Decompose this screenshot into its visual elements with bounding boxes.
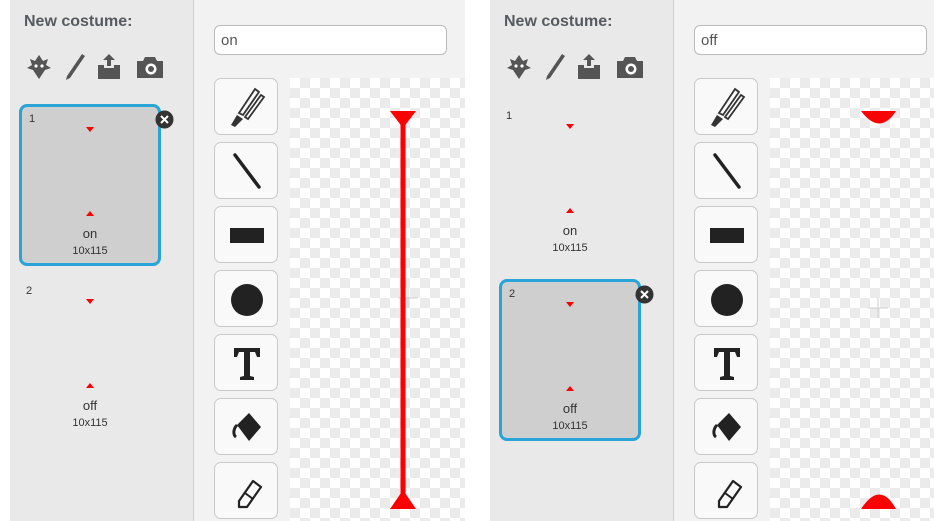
fill-icon [712,413,741,441]
costume-editor-panel-left: New costume: 1 on 10x115 2 off 10x115 on [10,0,465,521]
rectangle-icon [710,228,744,243]
upload-file-icon[interactable] [94,52,124,82]
text-icon [714,348,740,380]
costume-name: on [562,223,578,238]
costume-number: 1 [506,110,513,122]
costume-top-marker [19,299,161,305]
costume-thumbnail-2[interactable]: 2 off 10x115 [19,279,161,441]
new-costume-label: New costume: [24,13,133,30]
line-icon [713,153,741,189]
ellipse-tool[interactable] [694,270,758,327]
text-icon [234,348,260,380]
line-tool[interactable] [214,142,278,199]
paint-editor [674,0,934,521]
costume-bottom-marker [502,386,638,392]
fill-tool[interactable] [694,398,758,455]
costume-size: 10x115 [72,245,108,257]
camera-icon[interactable] [134,52,164,82]
camera-icon[interactable] [614,52,644,82]
ellipse-tool[interactable] [214,270,278,327]
drawing-canvas[interactable] [770,78,934,521]
eraser-icon [237,479,263,509]
costume-thumbnail-1[interactable]: 1 on 10x115 [499,104,641,266]
costume-size: 10x115 [72,417,108,429]
fill-icon [232,413,261,441]
costume-size: 10x115 [552,420,588,432]
costume-bottom-marker [499,208,641,214]
text-tool[interactable] [214,334,278,391]
costume-number: 2 [26,285,33,297]
costume-name: off [562,401,578,416]
paint-new-icon[interactable] [60,52,90,82]
choose-from-library-icon[interactable] [24,52,54,82]
costume-list-sidebar: New costume: 1 on 10x115 2 off 10x115 [490,0,673,521]
text-tool[interactable] [694,334,758,391]
costume-name-input[interactable] [214,25,447,55]
costume-top-marker [499,124,641,130]
brush-icon [231,87,266,127]
costume-name: on [82,226,98,241]
ellipse-icon [711,284,743,316]
paint-new-icon[interactable] [540,52,570,82]
drawing-canvas[interactable] [290,78,465,521]
brush-tool[interactable] [694,78,758,135]
canvas-center-crosshair [868,298,888,318]
new-costume-label: New costume: [504,13,613,30]
costume-bottom-marker [22,211,158,217]
brush-tool[interactable] [214,78,278,135]
costume-top-marker [22,127,158,133]
upload-file-icon[interactable] [574,52,604,82]
costume-name-input[interactable] [694,25,927,55]
eraser-icon [717,479,743,509]
ellipse-icon [231,284,263,316]
costume-shape-on[interactable] [390,111,416,509]
costume-thumbnail-2[interactable]: 2 off 10x115 [499,279,641,441]
costume-editor-panel-right: New costume: 1 on 10x115 2 off 10x115 of… [490,0,934,521]
rectangle-icon [230,228,264,243]
costume-bottom-marker [19,383,161,389]
costume-top-marker [502,302,638,308]
line-icon [233,153,261,189]
fill-tool[interactable] [214,398,278,455]
delete-costume-icon[interactable] [635,285,654,304]
costume-name: off [82,398,98,413]
rectangle-tool[interactable] [214,206,278,263]
line-tool[interactable] [694,142,758,199]
paint-editor [194,0,465,521]
costume-number: 1 [29,113,36,125]
choose-from-library-icon[interactable] [504,52,534,82]
costume-list-sidebar: New costume: 1 on 10x115 2 off 10x115 [10,0,193,521]
brush-icon [711,87,746,127]
costume-size: 10x115 [552,242,588,254]
costume-number: 2 [509,288,516,300]
eraser-tool[interactable] [214,462,278,519]
rectangle-tool[interactable] [694,206,758,263]
delete-costume-icon[interactable] [155,110,174,129]
eraser-tool[interactable] [694,462,758,519]
costume-thumbnail-1[interactable]: 1 on 10x115 [19,104,161,266]
